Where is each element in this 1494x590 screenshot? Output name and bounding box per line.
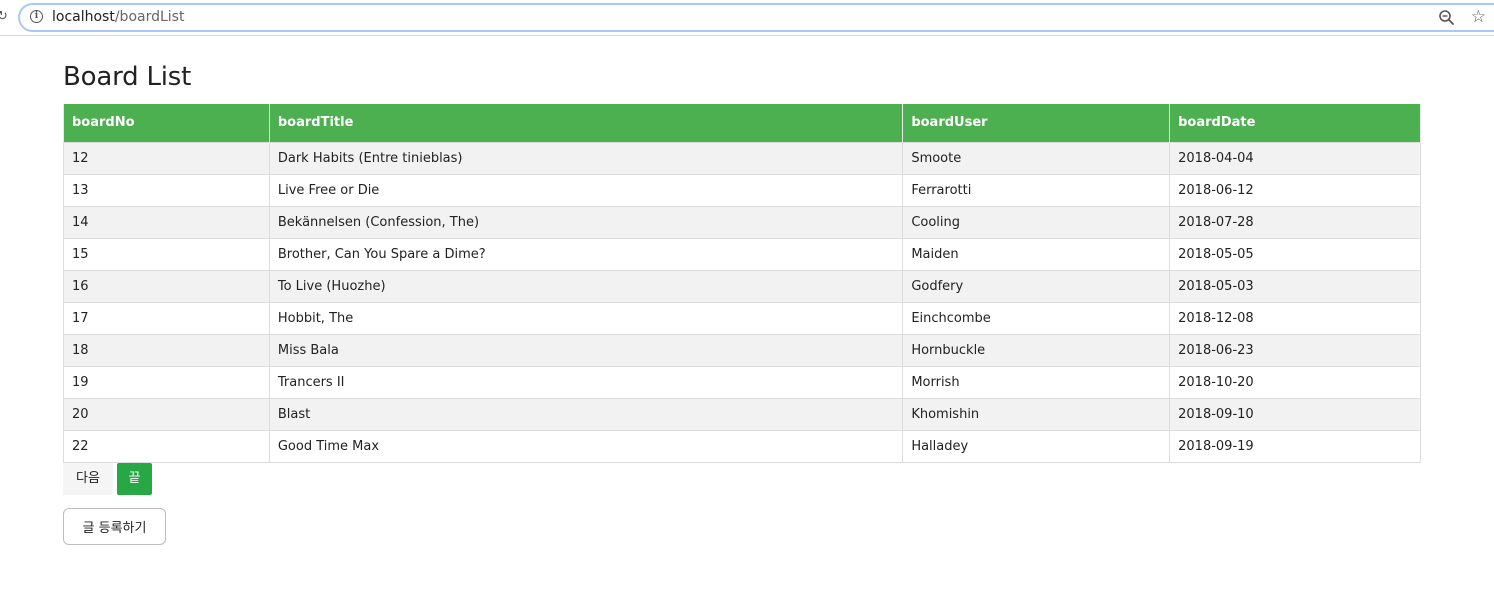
cell-board-user: Maiden	[902, 237, 1171, 271]
table-row[interactable]: 14 Bekännelsen (Confession, The) Cooling…	[63, 205, 1421, 239]
table-row[interactable]: 12 Dark Habits (Entre tinieblas) Smoote …	[63, 141, 1421, 175]
cell-board-title[interactable]: Brother, Can You Spare a Dime?	[268, 237, 904, 271]
header-board-date: boardDate	[1169, 104, 1421, 142]
header-board-title: boardTitle	[268, 104, 904, 142]
table-header-row: boardNo boardTitle boardUser boardDate	[63, 104, 1421, 142]
table-row[interactable]: 15 Brother, Can You Spare a Dime? Maiden…	[63, 237, 1421, 271]
cell-board-date: 2018-05-03	[1169, 269, 1421, 303]
cell-board-title[interactable]: Bekännelsen (Confession, The)	[268, 205, 904, 239]
cell-board-title[interactable]: Dark Habits (Entre tinieblas)	[268, 141, 904, 175]
table-row[interactable]: 22 Good Time Max Halladey 2018-09-19	[63, 429, 1421, 463]
table-row[interactable]: 18 Miss Bala Hornbuckle 2018-06-23	[63, 333, 1421, 367]
table-row[interactable]: 19 Trancers II Morrish 2018-10-20	[63, 365, 1421, 399]
cell-board-user: Morrish	[902, 365, 1171, 399]
cell-board-no: 20	[63, 397, 270, 431]
cell-board-no: 13	[63, 173, 270, 207]
cell-board-date: 2018-10-20	[1169, 365, 1421, 399]
cell-board-no: 19	[63, 365, 270, 399]
url-host: localhost	[52, 9, 115, 25]
board-table: boardNo boardTitle boardUser boardDate 1…	[63, 104, 1421, 463]
url-text[interactable]: localhost/boardList	[52, 9, 184, 25]
table-row[interactable]: 13 Live Free or Die Ferrarotti 2018-06-1…	[63, 173, 1421, 207]
table-row[interactable]: 16 To Live (Huozhe) Godfery 2018-05-03	[63, 269, 1421, 303]
header-board-no: boardNo	[63, 104, 270, 142]
table-row[interactable]: 17 Hobbit, The Einchcombe 2018-12-08	[63, 301, 1421, 335]
cell-board-no: 17	[63, 301, 270, 335]
cell-board-title[interactable]: Hobbit, The	[268, 301, 904, 335]
cell-board-user: Halladey	[902, 429, 1171, 463]
cell-board-title[interactable]: To Live (Huozhe)	[268, 269, 904, 303]
cell-board-title[interactable]: Good Time Max	[268, 429, 904, 463]
page-title: Board List	[63, 62, 192, 92]
cell-board-date: 2018-04-04	[1169, 141, 1421, 175]
reload-icon[interactable]: ↻	[0, 9, 8, 24]
pagination-last-link[interactable]: 끝	[117, 463, 152, 495]
zoom-icon[interactable]	[1438, 9, 1456, 27]
cell-board-user: Hornbuckle	[902, 333, 1171, 367]
cell-board-user: Khomishin	[902, 397, 1171, 431]
cell-board-title[interactable]: Trancers II	[268, 365, 904, 399]
bookmark-star-icon[interactable]: ☆	[1471, 7, 1486, 27]
cell-board-user: Einchcombe	[902, 301, 1171, 335]
cell-board-user: Godfery	[902, 269, 1171, 303]
address-bar[interactable]: i localhost/boardList ☆	[18, 3, 1494, 32]
cell-board-title[interactable]: Miss Bala	[268, 333, 904, 367]
cell-board-no: 22	[63, 429, 270, 463]
cell-board-date: 2018-06-23	[1169, 333, 1421, 367]
cell-board-no: 14	[63, 205, 270, 239]
info-icon[interactable]: i	[30, 10, 43, 23]
url-path: /boardList	[114, 9, 185, 25]
cell-board-date: 2018-07-28	[1169, 205, 1421, 239]
cell-board-date: 2018-12-08	[1169, 301, 1421, 335]
table-row[interactable]: 20 Blast Khomishin 2018-09-10	[63, 397, 1421, 431]
cell-board-date: 2018-09-10	[1169, 397, 1421, 431]
cell-board-date: 2018-05-05	[1169, 237, 1421, 271]
cell-board-title[interactable]: Live Free or Die	[268, 173, 904, 207]
cell-board-no: 18	[63, 333, 270, 367]
write-post-button[interactable]: 글 등록하기	[63, 508, 166, 545]
cell-board-date: 2018-09-19	[1169, 429, 1421, 463]
cell-board-title[interactable]: Blast	[268, 397, 904, 431]
cell-board-no: 16	[63, 269, 270, 303]
header-board-user: boardUser	[902, 104, 1171, 142]
cell-board-user: Smoote	[902, 141, 1171, 175]
cell-board-no: 12	[63, 141, 270, 175]
cell-board-user: Cooling	[902, 205, 1171, 239]
cell-board-no: 15	[63, 237, 270, 271]
pagination-next-link[interactable]: 다음	[63, 463, 113, 495]
browser-toolbar: ↻ i localhost/boardList ☆	[0, 0, 1494, 36]
cell-board-user: Ferrarotti	[902, 173, 1171, 207]
pagination: 다음 끝	[63, 463, 152, 495]
cell-board-date: 2018-06-12	[1169, 173, 1421, 207]
